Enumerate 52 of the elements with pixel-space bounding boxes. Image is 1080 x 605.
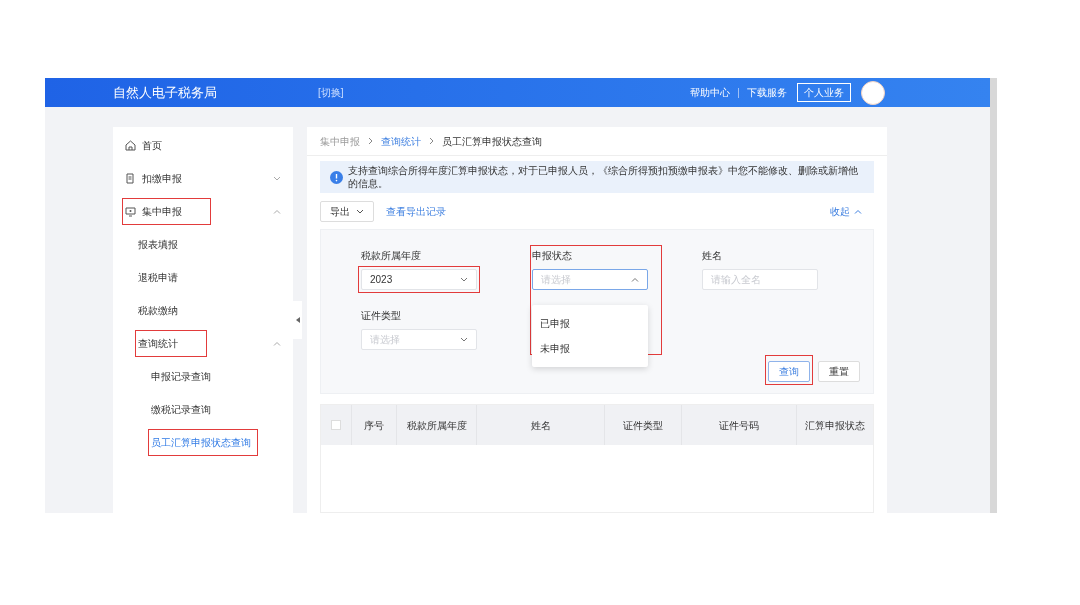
site-title: 自然人电子税务局 (113, 83, 218, 102)
column-header: 证件类型 (623, 418, 663, 433)
dropdown-option[interactable]: 未申报 (531, 336, 648, 361)
sidebar-item[interactable]: 缴税记录查询 (151, 399, 215, 420)
breadcrumb-item: 集中申报 (320, 134, 360, 149)
column-header: 姓名 (530, 418, 551, 433)
collapse-handle[interactable] (293, 301, 302, 339)
field-label: 姓名 (702, 249, 724, 263)
chevron-down-icon (356, 208, 364, 214)
sidebar-item[interactable]: 税款缴纳 (138, 300, 182, 321)
export-records-link[interactable]: 查看导出记录 (386, 203, 446, 219)
column-header: 税款所属年度 (406, 418, 467, 433)
header-link[interactable]: 下载服务 (747, 85, 787, 100)
reset-button[interactable]: 重置 (818, 361, 860, 382)
caret-left-icon (295, 317, 300, 323)
sidebar-item[interactable]: 报表填报 (138, 234, 182, 255)
chevron-right-icon (368, 137, 373, 145)
breadcrumb-link[interactable]: 查询统计 (381, 133, 421, 149)
user-button[interactable]: 个人业务 (797, 83, 851, 102)
sidebar-item[interactable]: 集中申报 (125, 201, 208, 222)
sidebar-item[interactable]: 申报记录查询 (151, 366, 215, 387)
column-header: 序号 (364, 418, 384, 433)
field-label: 申报状态 (531, 249, 573, 263)
info-icon (330, 170, 343, 184)
avatar (861, 80, 885, 105)
sidebar-item[interactable]: 首页 (125, 135, 166, 156)
sidebar-item[interactable]: 扣缴申报 (125, 168, 186, 189)
checkbox[interactable] (331, 420, 341, 430)
chevron-right-icon (429, 137, 434, 145)
home-icon (125, 140, 136, 151)
header-link[interactable]: 帮助中心 (690, 85, 730, 100)
collapse-link[interactable]: 收起 (830, 203, 862, 219)
monitor-icon (125, 206, 136, 217)
column-header: 汇算申报状态 (805, 418, 865, 433)
field-label: 证件类型 (361, 309, 402, 323)
sidebar-item[interactable]: 查询统计 (138, 333, 204, 354)
column-header: 证件号码 (719, 418, 759, 433)
select-field[interactable]: 2023 (361, 269, 477, 290)
breadcrumb-item: 员工汇算申报状态查询 (442, 134, 542, 149)
chevron-down-icon (460, 337, 468, 342)
sidebar-item[interactable]: 员工汇算申报状态查询 (151, 432, 255, 453)
chevron-down-icon (460, 277, 468, 282)
export-button[interactable]: 导出 (320, 200, 374, 222)
chevron-up-icon (630, 277, 639, 282)
sidebar-item[interactable]: 退税申请 (138, 267, 182, 288)
notice-text: 支持查询综合所得年度汇算申报状态，对于已申报人员，《综合所得预扣预缴申报表》中您不能修改、删除或新增他的信息。 (348, 164, 859, 190)
dropdown-option[interactable]: 已申报 (531, 311, 648, 336)
chevron-up-icon (854, 208, 862, 214)
field-label: 税款所属年度 (361, 249, 422, 263)
search-button[interactable]: 查询 (768, 361, 810, 382)
document-icon (125, 173, 136, 184)
switch-link[interactable]: [切换] (318, 85, 344, 100)
